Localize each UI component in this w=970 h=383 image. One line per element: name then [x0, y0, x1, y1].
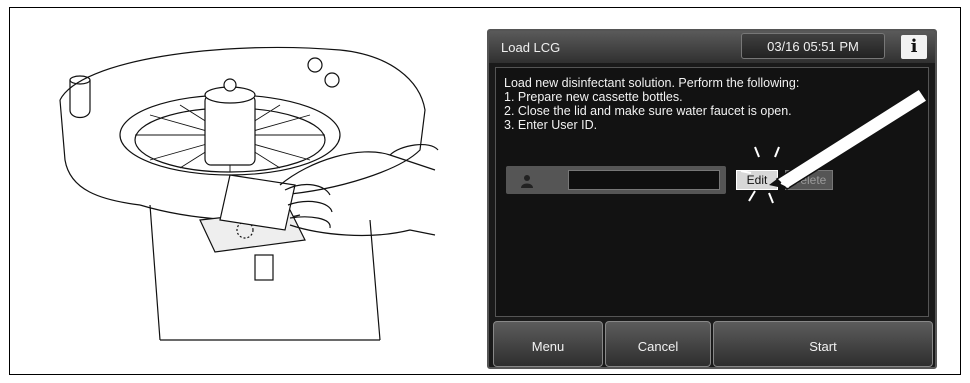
instruction-line-3: 2. Close the lid and make sure water fau… [504, 104, 792, 118]
menu-button[interactable]: Menu [493, 321, 603, 367]
reprocessor-illustration [59, 46, 439, 341]
instruction-line-4: 3. Enter User ID. [504, 118, 598, 132]
user-id-row [506, 166, 726, 194]
info-icon[interactable]: i [901, 35, 927, 59]
delete-button[interactable]: Delete [785, 170, 833, 190]
start-button[interactable]: Start [713, 321, 933, 367]
instruction-text: Load new disinfectant solution. Perform … [504, 76, 799, 132]
edit-button[interactable]: Edit [736, 170, 778, 190]
cancel-button[interactable]: Cancel [605, 321, 711, 367]
datetime-display: 03/16 05:51 PM [741, 33, 885, 59]
touch-screen: Load LCG 03/16 05:51 PM i Load new disin… [487, 29, 937, 369]
instruction-line-2: 1. Prepare new cassette bottles. [504, 90, 683, 104]
user-icon [521, 175, 533, 188]
instruction-line-1: Load new disinfectant solution. Perform … [504, 76, 800, 90]
title-bar: Load LCG 03/16 05:51 PM i [489, 31, 935, 63]
screen-title: Load LCG [501, 40, 561, 55]
message-panel: Load new disinfectant solution. Perform … [495, 67, 929, 317]
user-id-field[interactable] [568, 170, 720, 190]
bottom-button-bar: Menu Cancel Start [489, 321, 935, 367]
